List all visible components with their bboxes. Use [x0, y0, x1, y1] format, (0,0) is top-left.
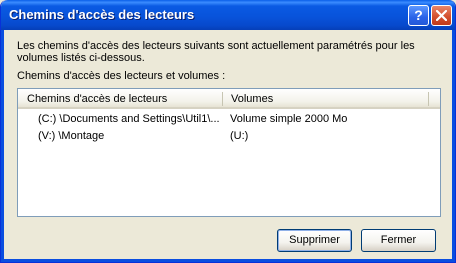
row-path: (V:) \Montage — [38, 130, 105, 142]
title-bar[interactable]: Chemins d'accès des lecteurs ? — [1, 0, 455, 30]
list-header: Chemins d'accès de lecteurs Volumes — [18, 89, 440, 109]
window-title: Chemins d'accès des lecteurs — [9, 7, 195, 22]
window-border-left — [1, 30, 4, 262]
table-row[interactable]: (V:) \Montage (U:) — [18, 129, 440, 144]
column-header-volumes[interactable]: Volumes — [231, 93, 273, 105]
row-volume: Volume simple 2000 Mo — [230, 113, 348, 125]
description-text: Les chemins d'accès des lecteurs suivant… — [17, 40, 415, 64]
help-icon: ? — [414, 7, 423, 23]
row-volume: (U:) — [230, 130, 249, 142]
close-button[interactable]: Fermer — [361, 229, 436, 252]
close-window-button[interactable] — [431, 5, 452, 26]
help-button[interactable]: ? — [408, 5, 429, 26]
column-separator[interactable] — [428, 92, 429, 106]
dialog-window: Chemins d'accès des lecteurs ? Les chemi… — [0, 0, 456, 263]
window-border-bottom — [1, 259, 455, 262]
column-separator[interactable] — [222, 92, 223, 106]
close-icon — [436, 10, 447, 21]
table-row[interactable]: (C:) \Documents and Settings\Util1\... V… — [18, 112, 440, 127]
window-border-right — [452, 30, 455, 262]
remove-button[interactable]: Supprimer — [277, 229, 352, 252]
row-path: (C:) \Documents and Settings\Util1\... — [38, 113, 220, 125]
list-label: Chemins d'accès des lecteurs et volumes … — [17, 70, 226, 82]
drive-paths-listview[interactable]: Chemins d'accès de lecteurs Volumes (C:)… — [17, 88, 441, 217]
column-header-paths[interactable]: Chemins d'accès de lecteurs — [27, 93, 167, 105]
